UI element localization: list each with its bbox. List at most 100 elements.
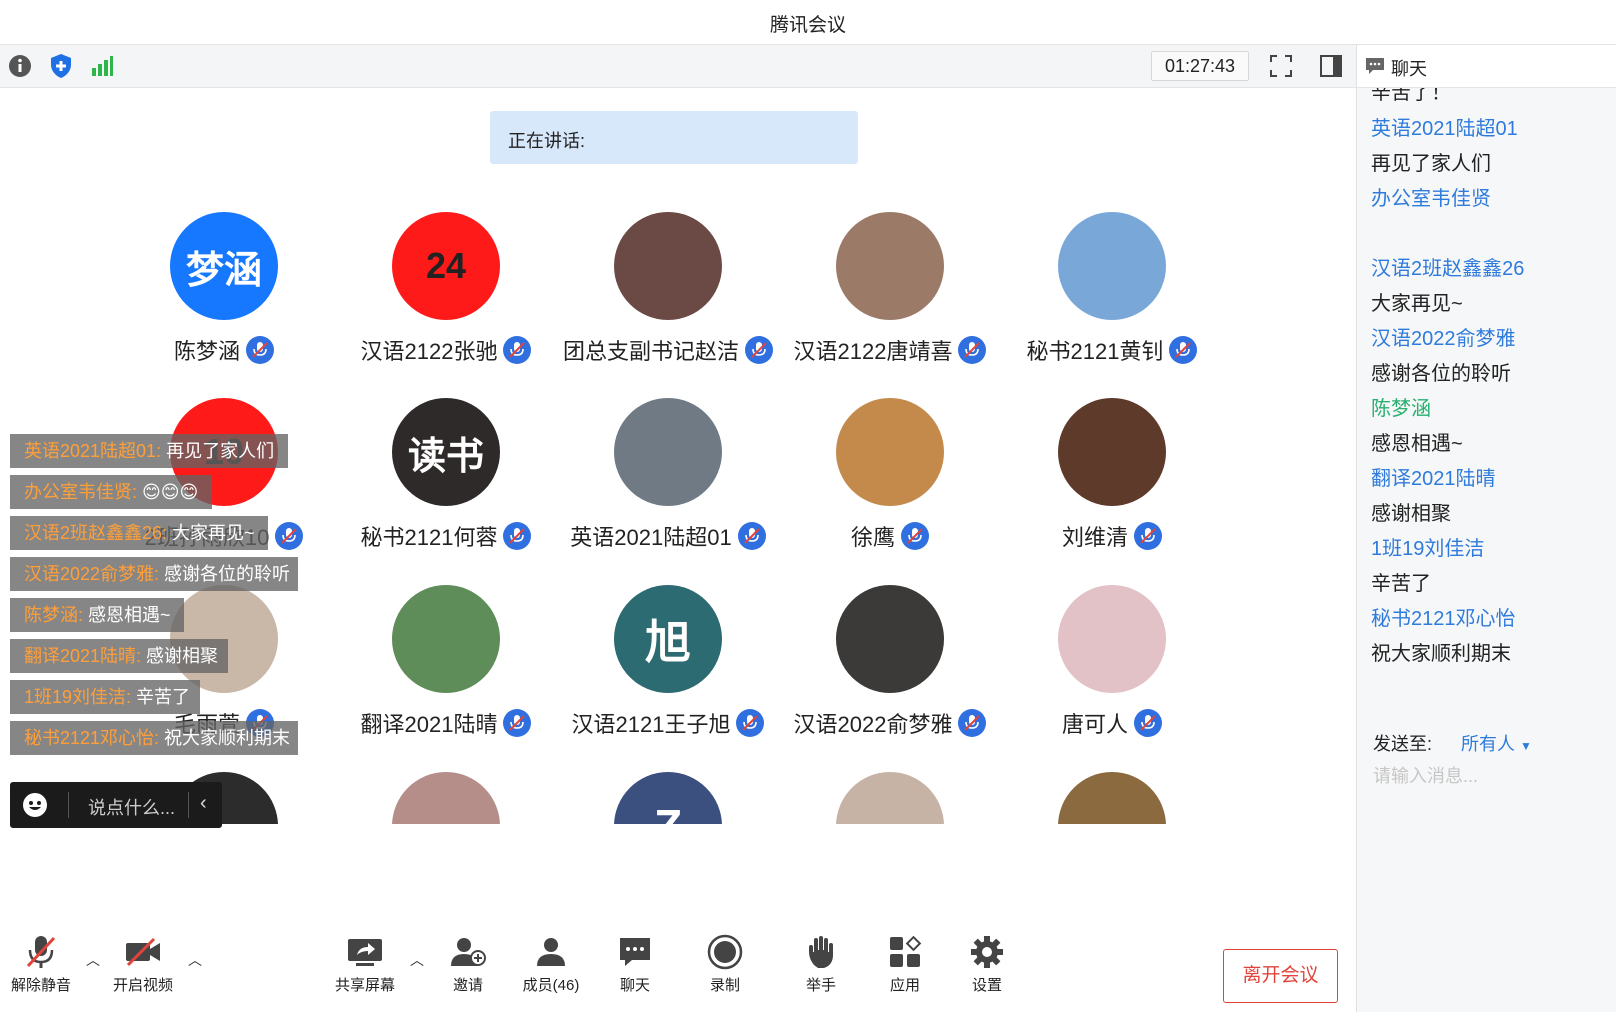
security-shield-icon[interactable]: [48, 53, 74, 79]
participant-avatar: [836, 585, 944, 693]
chat-message-text: 大家再见~: [1371, 293, 1463, 315]
chat-sender[interactable]: 汉语2班赵鑫鑫26: [1371, 252, 1524, 281]
participant-tile[interactable]: 梦涵陈梦涵: [114, 212, 334, 382]
participant-tile[interactable]: 秘书2121黄钊: [1002, 212, 1222, 382]
participant-avatar: 读书: [392, 398, 500, 506]
participant-avatar: [1058, 212, 1166, 320]
leave-meeting-button[interactable]: 离开会议: [1223, 949, 1338, 1003]
record-button[interactable]: 录制: [680, 930, 770, 1005]
participant-name-text: 汉语2121王子旭: [571, 712, 731, 737]
avatar-text: 读书: [407, 435, 484, 478]
participant-tile[interactable]: [780, 772, 1000, 824]
chat-sender[interactable]: 1班19刘佳洁: [1371, 532, 1484, 561]
danmaku-input-box[interactable]: 说点什么... ‹: [10, 782, 222, 828]
apps-button[interactable]: 应用: [860, 930, 950, 1005]
unmute-label: 解除静音: [10, 977, 71, 994]
chat-label: 聊天: [619, 977, 650, 994]
avatar-text: 梦涵: [185, 249, 262, 292]
participant-avatar: 旭: [614, 585, 722, 693]
participant-tile[interactable]: 汉语2122唐靖喜: [780, 212, 1000, 382]
video-options-caret-icon[interactable]: ︿: [188, 950, 202, 970]
participant-avatar: [1058, 772, 1166, 824]
danmaku-input-placeholder[interactable]: 说点什么...: [88, 794, 175, 820]
chat-sender[interactable]: 陈梦涵: [1371, 392, 1431, 421]
danmaku-sender: 办公室韦佳贤:: [24, 482, 138, 502]
mic-muted-icon: [745, 336, 773, 365]
apps-label: 应用: [889, 977, 920, 994]
camera-off-icon: [98, 930, 188, 974]
participant-avatar: [392, 585, 500, 693]
participant-tile[interactable]: 读书秘书2121何蓉: [336, 398, 556, 568]
danmaku-text: 感谢各位的聆听: [159, 564, 291, 584]
chat-button[interactable]: 聊天: [590, 930, 680, 1005]
chat-message-list[interactable]: 辛苦了！ 英语2021陆超01 再见了家人们 办公室韦佳贤 汉语2班赵鑫鑫26 大家再见…: [1357, 88, 1616, 728]
participant-name-text: 唐可人: [1061, 712, 1128, 737]
mic-muted-icon: [503, 522, 532, 551]
participant-tile[interactable]: 翻译2021陆晴: [336, 585, 556, 755]
settings-button[interactable]: 设置: [942, 930, 1032, 1005]
chat-message-text: 再见了家人们: [1371, 153, 1491, 175]
participant-tile[interactable]: [1002, 772, 1222, 824]
danmaku-sender: 秘书2121邓心怡:: [24, 728, 160, 748]
chat-sender[interactable]: 英语2021陆超01: [1371, 112, 1518, 141]
participant-name: 秘书2121何蓉: [336, 520, 556, 553]
participant-name-text: 陈梦涵: [173, 339, 240, 364]
invite-button[interactable]: 邀请: [423, 930, 513, 1005]
participant-tile[interactable]: 旭汉语2121王子旭: [558, 585, 778, 755]
chat-sender[interactable]: 汉语2022俞梦雅: [1371, 322, 1516, 351]
participant-name: 汉语2122张驰: [336, 334, 556, 367]
danmaku-text: 感恩相遇~: [83, 605, 171, 625]
meeting-toolbar: 01:27:43: [0, 45, 1356, 88]
participant-tile[interactable]: Z: [558, 772, 778, 824]
avatar-text: Z: [654, 799, 682, 824]
participant-name: 刘维清: [1002, 520, 1222, 553]
danmaku-sender: 翻译2021陆晴:: [24, 646, 142, 666]
participant-name: 汉语2121王子旭: [558, 707, 778, 740]
mic-muted-icon: [0, 930, 86, 974]
danmaku-sender: 英语2021陆超01:: [24, 441, 162, 461]
fullscreen-icon[interactable]: [1268, 53, 1294, 79]
participant-tile[interactable]: 唐可人: [1002, 585, 1222, 755]
info-icon[interactable]: [7, 53, 33, 79]
mic-muted-icon: [958, 336, 987, 365]
meeting-timer: 01:27:43: [1151, 51, 1249, 81]
mic-muted-icon: [901, 522, 929, 551]
participant-tile[interactable]: [336, 772, 556, 824]
participant-tile[interactable]: 汉语2022俞梦雅: [780, 585, 1000, 755]
chat-sender[interactable]: 翻译2021陆晴: [1371, 462, 1496, 491]
start-video-button[interactable]: 开启视频: [98, 930, 188, 1005]
collapse-chevron-icon[interactable]: ‹: [200, 792, 207, 815]
participant-tile[interactable]: 英语2021陆超01: [558, 398, 778, 568]
share-options-caret-icon[interactable]: ︿: [410, 950, 424, 970]
chat-sender[interactable]: 秘书2121邓心怡: [1371, 602, 1516, 631]
participant-name-text: 翻译2021陆晴: [360, 712, 498, 737]
sidebar-toggle-icon[interactable]: [1318, 53, 1344, 79]
unmute-button[interactable]: 解除静音: [0, 930, 86, 1005]
danmaku-text: 辛苦了: [131, 687, 191, 707]
participant-name: 徐鹰: [780, 520, 1000, 553]
chat-sender[interactable]: 办公室韦佳贤: [1371, 182, 1491, 211]
start-video-label: 开启视频: [112, 977, 173, 994]
chat-message-text: 祝大家顺利期末: [1371, 643, 1511, 665]
danmaku-text: 再见了家人们: [161, 441, 275, 461]
members-button[interactable]: 成员(46): [506, 930, 596, 1005]
raise-hand-button[interactable]: 举手: [776, 930, 866, 1005]
chat-message-input[interactable]: [1371, 759, 1605, 793]
speaking-indicator: 正在讲话:: [490, 111, 858, 164]
participant-tile[interactable]: 团总支副书记赵洁: [558, 212, 778, 382]
send-to-dropdown[interactable]: 所有人 ▼: [1461, 730, 1532, 756]
signal-icon[interactable]: [89, 53, 115, 79]
danmaku-text: 大家再见~: [167, 523, 255, 543]
participant-name-text: 英语2021陆超01: [570, 525, 732, 550]
emoji-icon[interactable]: [22, 792, 48, 823]
participant-tile[interactable]: 24 汉语2122张驰: [336, 212, 556, 382]
participant-avatar: [392, 772, 500, 824]
participant-tile[interactable]: 刘维清: [1002, 398, 1222, 568]
share-screen-button[interactable]: 共享屏幕: [320, 930, 410, 1005]
title-bar: 腾讯会议: [0, 0, 1616, 45]
participant-tile[interactable]: 徐鹰: [780, 398, 1000, 568]
avatar-text: 旭: [645, 616, 691, 668]
send-to-value[interactable]: 所有人: [1461, 734, 1515, 754]
participant-avatar: [614, 212, 722, 320]
dropdown-caret-icon[interactable]: ▼: [1520, 739, 1532, 753]
